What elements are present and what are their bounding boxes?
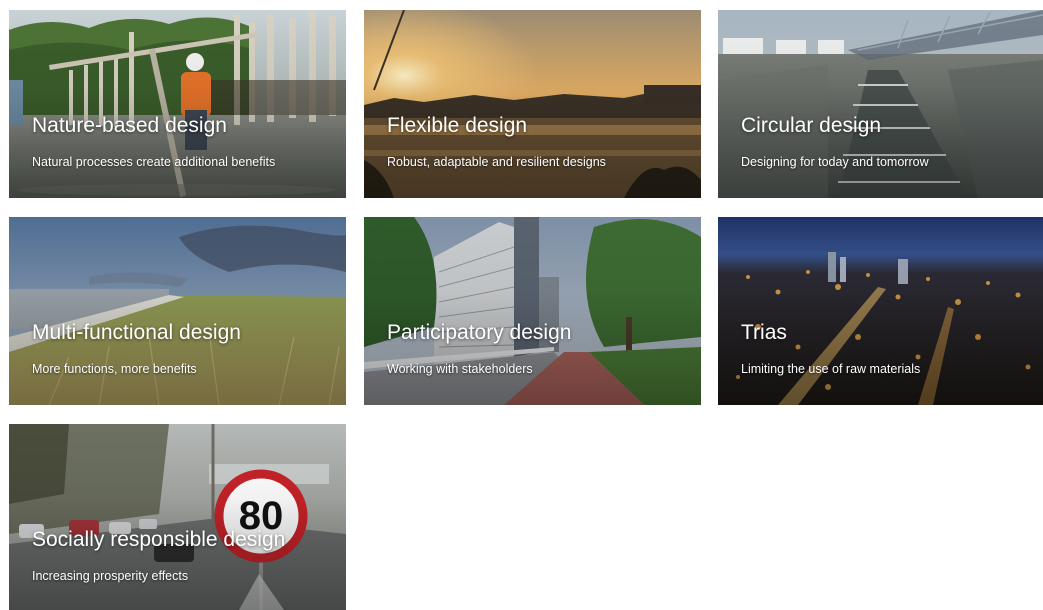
card-subtitle: Designing for today and tomorrow [741,155,929,169]
card-title: Participatory design [387,321,572,344]
card-flexible-design[interactable]: Flexible design Robust, adaptable and re… [364,10,701,198]
card-title: Flexible design [387,114,528,137]
card-title: Circular design [741,114,882,137]
card-subtitle: More functions, more benefits [32,362,197,376]
card-nature-based-design[interactable]: Nature-based design Natural processes cr… [9,10,346,198]
card-multi-functional-design[interactable]: Multi-functional design More functions, … [9,217,346,405]
card-subtitle: Increasing prosperity effects [32,569,189,583]
card-subtitle: Natural processes create additional bene… [32,155,276,169]
card-subtitle: Robust, adaptable and resilient designs [387,155,606,169]
card-trias[interactable]: Trias Limiting the use of raw materials [718,217,1043,405]
card-subtitle: Working with stakeholders [387,362,533,376]
card-title: Socially responsible design [32,528,286,551]
card-subtitle: Limiting the use of raw materials [741,362,921,376]
card-title: Nature-based design [32,114,227,137]
card-socially-responsible-design[interactable]: 80 Socially responsible design Increasin… [9,424,346,610]
card-title: Multi-functional design [32,321,241,344]
card-circular-design[interactable]: Circular design Designing for today and … [718,10,1043,198]
card-title: Trias [741,321,787,344]
card-participatory-design[interactable]: Participatory design Working with stakeh… [364,217,701,405]
